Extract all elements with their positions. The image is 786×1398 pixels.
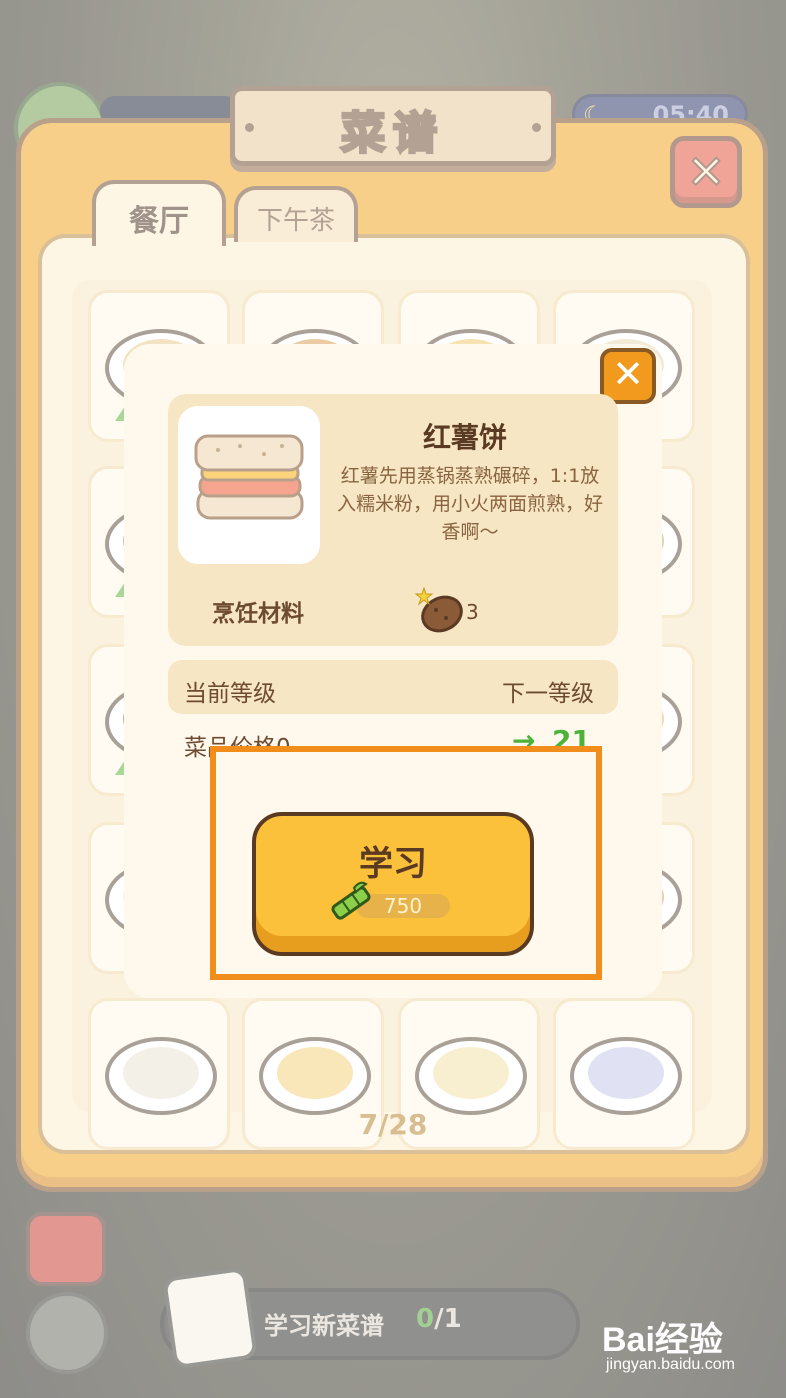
next-level-label: 下一等级 — [502, 681, 594, 707]
dish-name: 红薯饼 — [422, 421, 507, 454]
sweet-potato-cake-icon — [194, 434, 304, 520]
sweet-potato-icon — [414, 584, 466, 636]
baidu-jingyan-watermark: Bai经验 jingyan.baidu.com — [602, 1312, 752, 1382]
current-level-label: 当前等级 — [184, 681, 276, 707]
dish-image-frame — [178, 406, 320, 564]
dish-description: 红薯先用蒸锅蒸熟碾碎，1:1放入糯米粉，用小火两面煎熟，好香啊～ — [336, 465, 603, 543]
watermark-url: jingyan.baidu.com — [606, 1356, 735, 1373]
cooking-materials-label: 烹饪材料 — [212, 601, 304, 627]
close-icon: ✕ — [612, 352, 644, 396]
learn-button-label: 学习 — [359, 844, 427, 884]
watermark-logo: Bai经验 — [602, 1321, 723, 1359]
bamboo-currency-icon — [326, 880, 376, 926]
material-count: 3 — [466, 600, 479, 624]
